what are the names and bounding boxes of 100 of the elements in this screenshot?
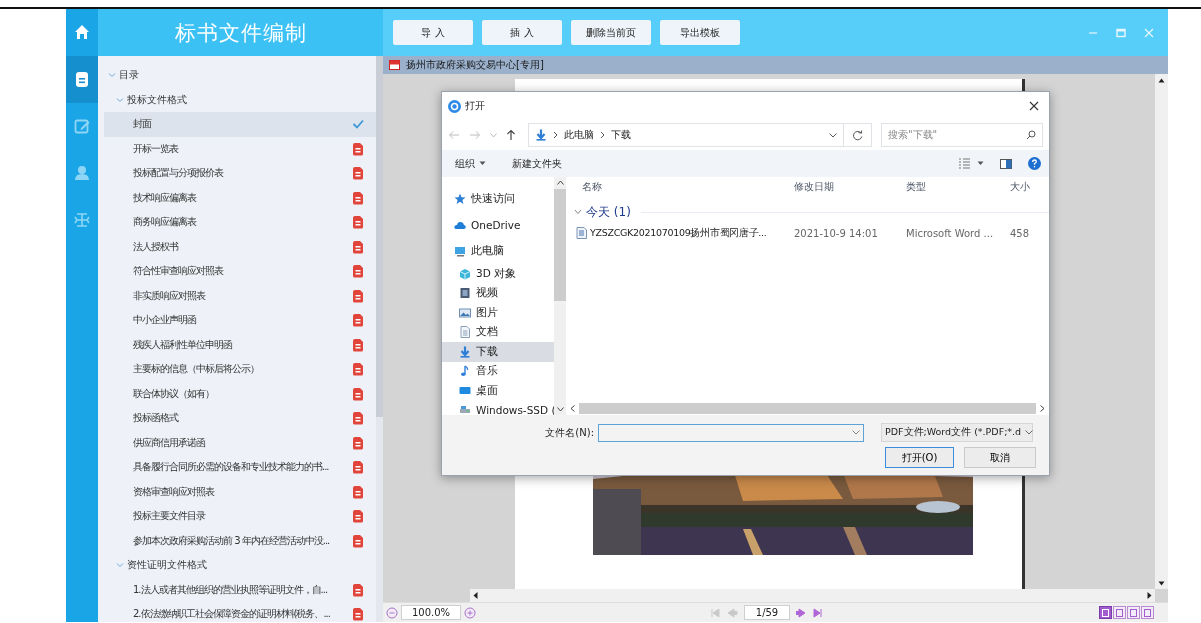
zoom-out-icon[interactable]: [386, 606, 398, 619]
tree-item[interactable]: 资格审查响应对照表: [104, 479, 376, 504]
chevron-icon[interactable]: [116, 95, 124, 104]
toolbar-button[interactable]: 插 入: [482, 20, 562, 45]
page-field[interactable]: 1/59: [744, 605, 790, 620]
zoom-in-icon[interactable]: [464, 606, 476, 619]
nav-item[interactable]: 图片: [442, 303, 554, 323]
zoom-field[interactable]: 100.0%: [401, 605, 461, 620]
scroll-down-icon[interactable]: [1158, 581, 1165, 586]
nav-item[interactable]: 3D 对象: [442, 264, 554, 284]
file-row[interactable]: YZSZCGK2021070109扬州市蜀冈唐子... 2021-10-9 14:01 Microsoft Word ... 458: [566, 223, 1049, 243]
tree-item[interactable]: 参加本次政府采购活动前 3 年内在经营活动中没...: [104, 528, 376, 553]
nav-item[interactable]: 视频: [442, 283, 554, 303]
field-label: 文件名(N):: [544, 425, 595, 440]
nav-item[interactable]: OneDrive: [442, 212, 554, 238]
nav-item[interactable]: 快速访问: [442, 186, 554, 212]
breadcrumb[interactable]: 下载: [611, 128, 631, 142]
tree-item[interactable]: 主要标的信息（中标后将公示）: [104, 357, 376, 382]
group-header[interactable]: 今天 (1): [586, 203, 631, 221]
tree-item[interactable]: 技术响应偏离表: [104, 185, 376, 210]
last-page-icon[interactable]: [812, 606, 825, 619]
dropdown-icon[interactable]: [829, 132, 837, 138]
new-folder-button[interactable]: 新建文件夹: [512, 156, 562, 171]
tree-item[interactable]: 投标主要文件目录: [104, 504, 376, 529]
tree-item[interactable]: 非实质响应对照表: [104, 283, 376, 308]
document-tab[interactable]: [66, 56, 98, 103]
scroll-right-icon[interactable]: [1040, 405, 1045, 412]
open-button[interactable]: 打开(O): [885, 447, 954, 468]
nav-item[interactable]: 音乐: [442, 361, 554, 381]
scroll-left-icon[interactable]: [473, 592, 478, 599]
tree-group[interactable]: 目录: [104, 63, 376, 88]
chevron-icon[interactable]: [116, 561, 124, 570]
nav-item[interactable]: 下载: [442, 342, 554, 362]
search-field[interactable]: 搜索"下载": [881, 123, 1043, 147]
tree-item[interactable]: 开标一览表: [104, 136, 376, 161]
view-list-icon[interactable]: [958, 158, 971, 169]
cube-icon: [459, 267, 471, 280]
cancel-button[interactable]: 取消: [964, 447, 1036, 468]
organize-menu[interactable]: 组织: [455, 156, 486, 171]
table-cell-text: Microsoft Word ...: [905, 227, 995, 239]
nav-item[interactable]: 桌面: [442, 381, 554, 401]
toolbar-button[interactable]: 导出模板: [660, 20, 740, 45]
column-header[interactable]: 修改日期: [788, 180, 900, 194]
tree-item[interactable]: 联合体协议（如有）: [104, 381, 376, 406]
tree-item[interactable]: 中小企业声明函: [104, 308, 376, 333]
nav-item[interactable]: Windows-SSD (: [442, 400, 554, 415]
filename-field[interactable]: [598, 423, 864, 442]
column-header[interactable]: 名称: [566, 180, 788, 194]
scroll-up-icon[interactable]: [1158, 78, 1165, 83]
tree-item[interactable]: 封面: [104, 112, 376, 137]
word-file-icon: [576, 227, 587, 239]
tree-item[interactable]: 投标配置与分项报价表: [104, 161, 376, 186]
view-mode-button[interactable]: [1099, 606, 1112, 619]
tree-item[interactable]: 1.法人或者其他组织的营业执照等证明文件，自...: [104, 577, 376, 602]
close-icon[interactable]: [1029, 101, 1039, 111]
download-icon: [459, 345, 471, 358]
toolbar-button[interactable]: 导 入: [393, 20, 473, 45]
edit-icon: [74, 118, 90, 135]
tree-item[interactable]: 法人授权书: [104, 234, 376, 259]
document-title: 扬州市政府采购交易中心[专用]: [406, 58, 544, 72]
refresh-button[interactable]: [844, 123, 872, 147]
document-icon: [74, 71, 90, 88]
tree-item[interactable]: 供应商信用承诺函: [104, 430, 376, 455]
column-header[interactable]: 大小: [1006, 180, 1030, 194]
column-header[interactable]: 类型: [900, 180, 1006, 194]
tree-item[interactable]: 2.依法缴纳职工社会保障资金的证明材料(税务、...: [104, 602, 376, 622]
toolbar-button[interactable]: 删除当前页: [571, 20, 651, 45]
scroll-left-icon[interactable]: [570, 405, 575, 412]
file-name: YZSZCGK2021070109扬州市蜀冈唐子...: [590, 226, 767, 240]
pdf-icon: [389, 60, 400, 70]
view-mode-button[interactable]: [1113, 606, 1126, 619]
search-icon: [1026, 130, 1036, 140]
tree-item[interactable]: 残疾人福利性单位申明函: [104, 332, 376, 357]
table-cell-text: 458: [1009, 227, 1030, 239]
up-icon[interactable]: [506, 129, 516, 141]
address-bar[interactable]: 此电脑 下载: [528, 123, 844, 147]
scrollbar[interactable]: [470, 589, 1155, 602]
tree-item[interactable]: 符合性审查响应对照表: [104, 259, 376, 284]
chevron-icon[interactable]: [108, 71, 116, 80]
scrollbar[interactable]: [376, 56, 383, 622]
app-title: 标书文件编制: [174, 19, 307, 47]
preview-pane-icon[interactable]: [1000, 158, 1012, 169]
scroll-right-icon[interactable]: [1147, 592, 1152, 599]
tree-item[interactable]: 投标函格式: [104, 406, 376, 431]
tree-group[interactable]: 投标文件格式: [104, 87, 376, 112]
chevron-icon[interactable]: [574, 209, 582, 215]
view-mode-button[interactable]: [1141, 606, 1154, 619]
home-icon: [74, 24, 90, 41]
nav-item[interactable]: 此电脑: [442, 238, 554, 264]
tree-item[interactable]: 商务响应偏离表: [104, 210, 376, 235]
help-icon[interactable]: [1028, 157, 1041, 170]
file-type-dropdown[interactable]: PDF文件;Word文件 (*.PDF;*.d: [881, 423, 1033, 442]
maximize-icon[interactable]: [1116, 27, 1126, 38]
nav-item[interactable]: 文档: [442, 322, 554, 342]
tree-group[interactable]: 资性证明文件格式: [104, 553, 376, 578]
breadcrumb[interactable]: 此电脑: [564, 128, 594, 142]
download-icon: [535, 129, 547, 141]
view-mode-button[interactable]: [1127, 606, 1140, 619]
scrollbar[interactable]: [1155, 74, 1168, 589]
tree-item[interactable]: 具备履行合同所必需的设备和专业技术能力的书...: [104, 455, 376, 480]
